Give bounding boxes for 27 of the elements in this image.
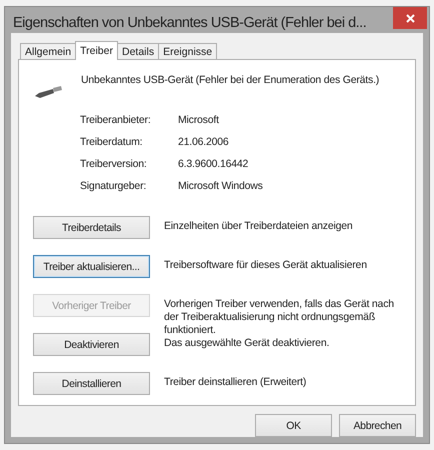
property-label: Treiberdatum: — [80, 136, 144, 148]
tab[interactable]: Treiber — [75, 41, 118, 60]
action-button[interactable]: Deaktivieren — [33, 333, 150, 356]
action-description: Treibersoftware für dieses Gerät aktualisieren — [164, 258, 367, 272]
dialog-button[interactable]: Abbrechen — [339, 414, 416, 437]
property-value: Microsoft Windows — [178, 180, 264, 192]
property-label: Treiberversion: — [80, 158, 148, 170]
action-description: Treiber deinstallieren (Erweitert) — [164, 375, 306, 389]
property-value: Microsoft — [178, 114, 220, 126]
property-label: Signaturgeber: — [80, 180, 148, 192]
action-button[interactable]: Treiberdetails — [33, 216, 150, 239]
tab[interactable]: Allgemein — [20, 43, 76, 60]
property-value: 21.06.2006 — [178, 136, 230, 148]
action-button[interactable]: Treiber aktualisieren... — [33, 255, 150, 278]
close-icon — [406, 14, 414, 22]
property-value: 6.3.9600.16442 — [178, 158, 250, 170]
property-label: Treiberanbieter: — [80, 114, 152, 126]
usb-plug-icon — [33, 84, 63, 100]
dialog-button[interactable]: OK — [255, 414, 332, 437]
device-name: Unbekanntes USB-Gerät (Fehler bei der Enumeration des Geräts.) — [81, 74, 380, 86]
close-button[interactable] — [393, 7, 427, 29]
action-description: Vorherigen Treiber verwenden, falls das Gerät nach der Treiberaktualisierung nicht ordnungsgemäß funktioniert. — [164, 297, 395, 337]
action-description: Das ausgewählte Gerät deaktivieren. — [164, 336, 330, 350]
window-title: Eigenschaften von Unbekanntes USB-Gerät (Fehler bei d... — [13, 14, 368, 31]
tab[interactable]: Ereignisse — [158, 43, 218, 60]
action-button[interactable]: Deinstallieren — [33, 372, 150, 395]
action-description: Einzelheiten über Treiberdateien anzeigen — [164, 219, 353, 233]
